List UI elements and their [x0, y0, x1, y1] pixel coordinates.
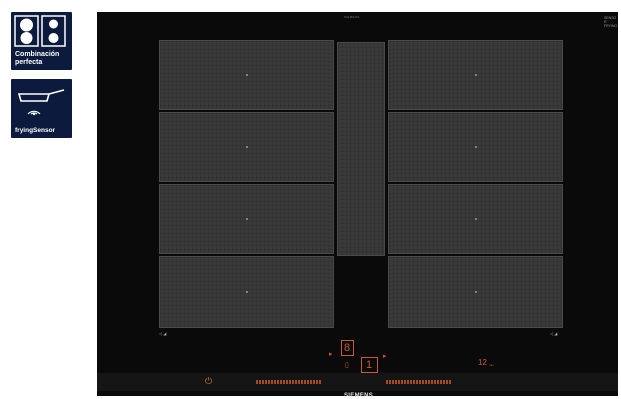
- zone-center-mark: [474, 218, 477, 220]
- cooking-zone[interactable]: [159, 112, 334, 182]
- cooking-zone[interactable]: [159, 256, 334, 328]
- zone-center-mark: [474, 291, 477, 293]
- zone-center-mark: [474, 146, 477, 148]
- badge-label: fryingSensor: [15, 127, 56, 134]
- right-indicator-icon: ▸: [383, 353, 387, 360]
- power-level-digit: 8: [344, 342, 351, 354]
- zone-center-mark: [245, 218, 248, 220]
- cooking-zone[interactable]: [388, 256, 563, 328]
- middle-indicator-icon: ▯: [345, 362, 349, 369]
- zone-center-mark: [245, 291, 248, 293]
- cooking-zone[interactable]: [159, 184, 334, 254]
- zone-marker-icon: ◁ ◢: [550, 331, 558, 336]
- cooking-zone[interactable]: [159, 40, 334, 110]
- left-indicator-icon: ▸: [329, 351, 333, 358]
- brand-logo: SIEMENS: [344, 393, 374, 399]
- cooking-timer-value: 12: [478, 358, 487, 367]
- dual-burner-icon: [14, 15, 66, 47]
- induction-hob: SIEMENS SENSOR FRYING ◁ ◢ ◁ ◢ 8 1 ▸ ▯ ▸ …: [97, 12, 618, 399]
- cooking-zone[interactable]: [388, 40, 563, 110]
- center-cooking-zone[interactable]: [337, 42, 385, 256]
- zone-center-mark: [245, 146, 248, 148]
- frying-sensor-label: SENSOR FRYING: [604, 16, 618, 28]
- cooking-zone[interactable]: [388, 184, 563, 254]
- cooking-zone[interactable]: [388, 112, 563, 182]
- timer-digit: 1: [366, 359, 373, 371]
- zone-center-mark: [474, 74, 477, 76]
- zone-marker-icon: ◁ ◢: [159, 331, 167, 336]
- zone-center-mark: [245, 74, 248, 76]
- top-brand-label: SIEMENS: [344, 15, 360, 19]
- frying-pan-sensor-icon: [17, 89, 65, 116]
- badge-label: Combinación perfecta: [15, 51, 60, 66]
- cooking-timer-unit: min: [489, 363, 494, 367]
- power-level-display: 8: [341, 340, 354, 356]
- timer-display: 1: [361, 357, 378, 373]
- left-power-slider[interactable]: [256, 380, 321, 384]
- frying-sensor-badge: fryingSensor: [11, 79, 72, 138]
- control-panel-strip: [97, 373, 618, 391]
- combinacion-perfecta-badge: Combinación perfecta: [11, 12, 72, 70]
- right-power-slider[interactable]: [386, 380, 451, 384]
- power-button-icon[interactable]: ⏻: [205, 376, 212, 387]
